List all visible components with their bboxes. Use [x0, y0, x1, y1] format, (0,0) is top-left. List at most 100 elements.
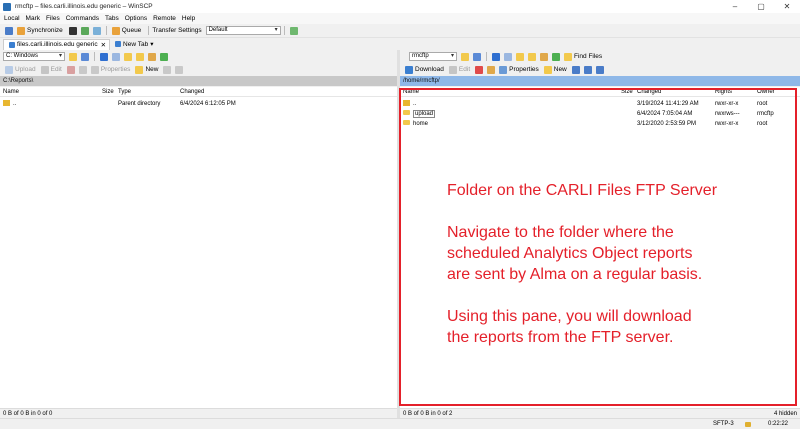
edit-button[interactable]: Edit: [51, 66, 62, 73]
maximize-button[interactable]: ▢: [748, 0, 774, 13]
console-icon[interactable]: [92, 26, 101, 35]
find-files-button[interactable]: Find Files: [574, 53, 602, 60]
refresh-icon[interactable]: [160, 52, 168, 61]
back-arrow-icon[interactable]: [492, 52, 500, 61]
separator: [105, 26, 107, 35]
separator: [486, 52, 487, 61]
tab-session-label: files.carli.illinois.edu generic: [17, 41, 98, 48]
session-time: 0:22:22: [768, 421, 789, 427]
root-folder-icon[interactable]: [528, 52, 536, 61]
local-pane-toolbar: C: Windows Upload Edit Properties New: [0, 50, 397, 76]
column-name[interactable]: Name: [3, 87, 19, 97]
menu-help[interactable]: Help: [182, 15, 195, 22]
parent-directory-icon: [3, 100, 10, 107]
menu-remote[interactable]: Remote: [153, 15, 176, 22]
tab-new-label: New Tab: [123, 40, 149, 48]
terminal-icon[interactable]: [68, 26, 77, 35]
row-name: ..: [3, 99, 16, 109]
unselect-icon[interactable]: [583, 65, 592, 74]
home-icon[interactable]: [540, 52, 548, 61]
transfer-settings-label: Transfer Settings: [152, 27, 202, 34]
root-folder-icon[interactable]: [136, 52, 144, 61]
minimize-button[interactable]: –: [722, 0, 748, 13]
filter-icon[interactable]: [81, 52, 89, 61]
home-icon[interactable]: [148, 52, 156, 61]
rename-icon[interactable]: [487, 65, 496, 74]
remote-directory-select[interactable]: rmcftp: [409, 52, 457, 61]
upload-icon[interactable]: [5, 65, 13, 74]
chevron-down-icon[interactable]: ▾: [150, 40, 153, 48]
session-icon: [9, 41, 15, 48]
putty-icon[interactable]: [80, 26, 89, 35]
local-path-bar[interactable]: C:\Reports\: [0, 76, 397, 86]
back-arrow-icon[interactable]: [100, 52, 108, 61]
preferences-icon[interactable]: [289, 26, 298, 35]
menu-options[interactable]: Options: [125, 15, 147, 22]
properties-button[interactable]: Properties: [509, 66, 539, 73]
properties-icon[interactable]: [90, 65, 99, 74]
new-icon[interactable]: [135, 65, 144, 74]
refresh-icon[interactable]: [552, 52, 560, 61]
column-changed[interactable]: Changed: [180, 87, 204, 97]
separator: [94, 52, 95, 61]
new-icon[interactable]: [543, 65, 552, 74]
download-button[interactable]: Download: [415, 66, 444, 73]
synchronize-button[interactable]: Synchronize: [27, 27, 63, 34]
download-icon[interactable]: [405, 65, 413, 74]
edit-button[interactable]: Edit: [459, 66, 470, 73]
forward-arrow-icon[interactable]: [112, 52, 120, 61]
row-type: Parent directory: [118, 101, 161, 107]
delete-icon[interactable]: [475, 65, 484, 74]
menu-local[interactable]: Local: [4, 15, 20, 22]
annotation-border: [399, 88, 797, 406]
lock-icon: [745, 422, 751, 427]
transfer-settings-select[interactable]: Default: [205, 26, 281, 35]
compare-icon[interactable]: [5, 26, 13, 35]
close-tab-icon[interactable]: ✕: [101, 41, 106, 49]
local-file-list[interactable]: .. Parent directory 6/4/2024 6:12:05 PM: [0, 97, 397, 408]
winscp-app-icon: [3, 2, 11, 11]
edit-icon[interactable]: [40, 65, 49, 74]
main-toolbar: Synchronize Queue Transfer Settings Defa…: [0, 24, 800, 38]
new-button[interactable]: New: [554, 66, 567, 73]
menu-files[interactable]: Files: [46, 15, 60, 22]
menu-mark[interactable]: Mark: [26, 15, 40, 22]
upload-button[interactable]: Upload: [15, 66, 36, 73]
properties-icon[interactable]: [499, 65, 508, 74]
menu-commands[interactable]: Commands: [66, 15, 99, 22]
open-folder-icon[interactable]: [69, 52, 77, 61]
unselect-icon[interactable]: [175, 65, 184, 74]
properties-button[interactable]: Properties: [101, 66, 131, 73]
local-drive-select[interactable]: C: Windows: [3, 52, 65, 61]
row-changed: 6/4/2024 6:12:05 PM: [180, 101, 236, 107]
select-all-icon[interactable]: [571, 65, 580, 74]
queue-gear-icon[interactable]: [111, 26, 120, 35]
select-all-icon[interactable]: [163, 65, 172, 74]
queue-button[interactable]: Queue: [122, 27, 142, 34]
column-type[interactable]: Type: [118, 87, 131, 97]
rename-icon[interactable]: [78, 65, 87, 74]
forward-arrow-icon[interactable]: [504, 52, 512, 61]
window-title: rmcftp – files.carli.illinois.edu generi…: [15, 3, 153, 10]
menu-tabs[interactable]: Tabs: [105, 15, 119, 22]
parent-folder-icon[interactable]: [124, 52, 132, 61]
filter-icon[interactable]: [473, 52, 481, 61]
filter-files-icon[interactable]: [595, 65, 604, 74]
delete-icon[interactable]: [66, 65, 75, 74]
tab-new[interactable]: New Tab ▾: [110, 39, 156, 50]
remote-pane-toolbar: rmcftp Find Files Download Edit Properti…: [400, 50, 800, 76]
bottom-status-bar: SFTP-3 0:22:22: [0, 418, 800, 429]
new-button[interactable]: New: [145, 66, 158, 73]
close-button[interactable]: ✕: [774, 0, 800, 13]
open-folder-icon[interactable]: [461, 52, 469, 61]
find-files-icon[interactable]: [564, 52, 572, 61]
table-row[interactable]: .. Parent directory 6/4/2024 6:12:05 PM: [0, 99, 397, 109]
edit-icon[interactable]: [448, 65, 457, 74]
synchronize-icon[interactable]: [17, 26, 25, 35]
tab-session[interactable]: files.carli.illinois.edu generic ✕: [3, 38, 111, 50]
remote-path-bar[interactable]: /home/rmcftp/: [400, 76, 800, 86]
parent-folder-icon[interactable]: [516, 52, 524, 61]
separator: [283, 26, 285, 35]
new-tab-icon: [115, 41, 122, 47]
column-size[interactable]: Size: [102, 87, 114, 97]
